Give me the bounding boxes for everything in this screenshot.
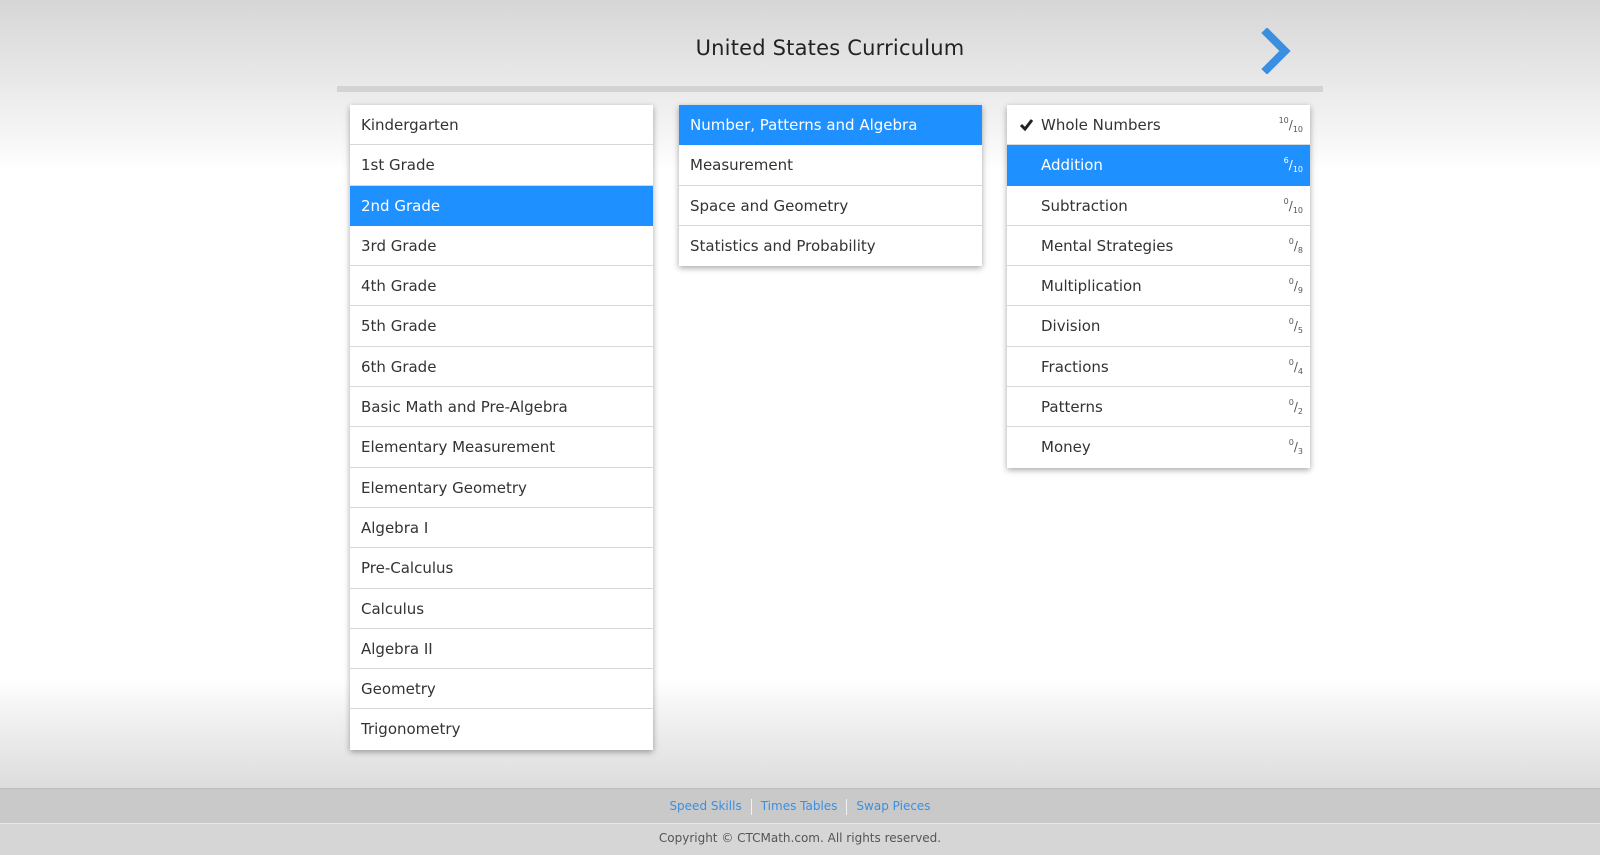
topic-label: Whole Numbers	[1041, 116, 1161, 134]
score-total: 4	[1297, 366, 1303, 376]
topic-label: Mental Strategies	[1041, 236, 1174, 255]
grade-list: Kindergarten 1st Grade 2nd Grade 3rd Grade 4…	[350, 105, 653, 750]
score-total: 10	[1292, 165, 1303, 175]
score-total: 5	[1297, 326, 1303, 336]
score-done: 6	[1283, 156, 1289, 166]
score-done: 0	[1288, 398, 1294, 408]
topic-label: Money	[1041, 438, 1091, 457]
score-total: 8	[1297, 245, 1303, 255]
topic-label: Division	[1041, 317, 1101, 336]
topic-item-division[interactable]: Division 0/5	[1007, 306, 1310, 348]
score-done: 10	[1278, 116, 1289, 125]
next-button[interactable]	[1259, 27, 1293, 75]
grade-item-trigonometry[interactable]: Trigonometry	[350, 709, 653, 749]
score-done: 0	[1288, 438, 1294, 448]
grade-item-elementary-measurement[interactable]: Elementary Measurement	[350, 427, 653, 468]
topic-score: 0/3	[1289, 427, 1303, 469]
topic-label: Subtraction	[1041, 196, 1128, 215]
page-title: United States Curriculum	[695, 36, 965, 60]
checkmark-icon	[1019, 119, 1034, 132]
score-done: 0	[1288, 357, 1294, 367]
speed-skills-link[interactable]: Speed Skills	[660, 799, 750, 813]
topic-score: 0/5	[1289, 306, 1303, 348]
grade-item-6th-grade[interactable]: 6th Grade	[350, 347, 653, 388]
grade-item-1st-grade[interactable]: 1st Grade	[350, 145, 653, 186]
topic-label: Fractions	[1041, 357, 1109, 376]
topic-list: Whole Numbers 10/10 Addition 6/10 Subtractio…	[1007, 105, 1310, 468]
topic-item-multiplication[interactable]: Multiplication 0/9	[1007, 266, 1310, 308]
footer-links: Speed Skills Times Tables Swap Pieces	[0, 788, 1600, 824]
topic-item-fractions[interactable]: Fractions 0/4	[1007, 347, 1310, 389]
score-done: 0	[1288, 277, 1294, 287]
grade-item-elementary-geometry[interactable]: Elementary Geometry	[350, 468, 653, 508]
score-done: 0	[1288, 317, 1294, 327]
grade-item-4th-grade[interactable]: 4th Grade	[350, 266, 653, 307]
times-tables-link[interactable]: Times Tables	[752, 799, 847, 813]
grade-item-algebra-ii[interactable]: Algebra II	[350, 629, 653, 670]
topic-score: 0/8	[1289, 226, 1303, 268]
strand-item-space-and-geometry[interactable]: Space and Geometry	[679, 186, 982, 226]
strand-list: Number, Patterns and Algebra Measurement S…	[679, 105, 982, 267]
strand-item-number-patterns-and-algebra[interactable]: Number, Patterns and Algebra	[679, 105, 982, 146]
grade-item-3rd-grade[interactable]: 3rd Grade	[350, 226, 653, 267]
grade-item-pre-calculus[interactable]: Pre-Calculus	[350, 548, 653, 589]
topic-item-addition[interactable]: Addition 6/10	[1007, 145, 1310, 187]
topic-score: 10/10	[1279, 105, 1303, 147]
grade-item-5th-grade[interactable]: 5th Grade	[350, 306, 653, 347]
header: United States Curriculum	[337, 0, 1323, 92]
copyright: Copyright © CTCMath.com. All rights rese…	[0, 824, 1600, 855]
chevron-right-icon	[1261, 27, 1291, 75]
topic-score: 6/10	[1284, 145, 1303, 187]
topic-label: Addition	[1041, 156, 1103, 175]
topic-score: 0/10	[1284, 186, 1303, 228]
topic-score: 0/4	[1289, 347, 1303, 389]
strand-item-statistics-and-probability[interactable]: Statistics and Probability	[679, 226, 982, 266]
topic-item-subtraction[interactable]: Subtraction 0/10	[1007, 186, 1310, 226]
grade-item-basic-math-and-pre-algebra[interactable]: Basic Math and Pre-Algebra	[350, 387, 653, 428]
score-done: 0	[1288, 236, 1294, 246]
grade-item-geometry[interactable]: Geometry	[350, 669, 653, 710]
grade-item-2nd-grade[interactable]: 2nd Grade	[350, 185, 653, 226]
topic-item-money[interactable]: Money 0/3	[1007, 427, 1310, 467]
strand-item-measurement[interactable]: Measurement	[679, 145, 982, 186]
score-total: 10	[1292, 205, 1303, 215]
topic-item-mental-strategies[interactable]: Mental Strategies 0/8	[1007, 226, 1310, 268]
grade-item-calculus[interactable]: Calculus	[350, 589, 653, 629]
topic-label: Patterns	[1041, 398, 1103, 417]
topic-score: 0/9	[1289, 266, 1303, 308]
topic-item-whole-numbers[interactable]: Whole Numbers 10/10	[1007, 105, 1310, 147]
grade-item-kindergarten[interactable]: Kindergarten	[350, 105, 653, 146]
grade-item-algebra-i[interactable]: Algebra I	[350, 508, 653, 549]
score-total: 10	[1292, 125, 1303, 134]
swap-pieces-link[interactable]: Swap Pieces	[847, 799, 939, 813]
score-done: 0	[1283, 196, 1289, 206]
score-total: 3	[1297, 447, 1303, 457]
topic-label: Multiplication	[1041, 277, 1142, 296]
score-total: 9	[1297, 286, 1303, 296]
score-total: 2	[1297, 407, 1303, 417]
topic-item-patterns[interactable]: Patterns 0/2	[1007, 387, 1310, 429]
topic-score: 0/2	[1289, 387, 1303, 429]
